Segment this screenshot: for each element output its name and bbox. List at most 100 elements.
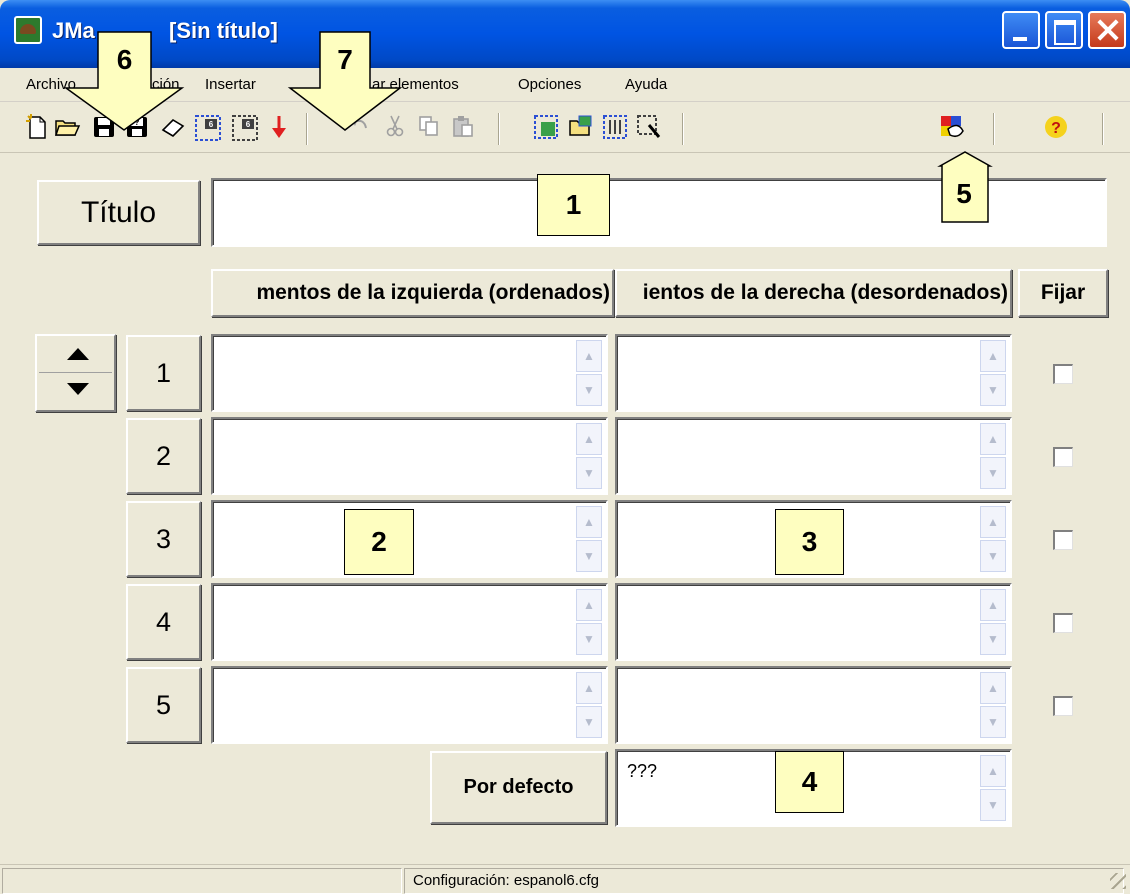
status-config: Configuración: espanol6.cfg [404,868,1124,894]
settings-grid-icon[interactable] [600,113,630,143]
help-icon[interactable]: ? [1041,113,1071,143]
menu-opciones[interactable]: Opciones [518,76,581,93]
right-items-header: ientos de la derecha (desordenados) [615,269,1012,317]
scrollbar[interactable]: ▲ ▼ [980,423,1006,489]
export-arrow-icon[interactable] [264,113,294,143]
fix-checkbox[interactable] [1053,364,1073,384]
arrow-up-icon[interactable] [67,348,89,360]
callout-3: 3 [775,509,844,575]
config-icon[interactable] [531,113,561,143]
scrollbar[interactable]: ▲ ▼ [576,672,602,738]
scroll-up-icon[interactable]: ▲ [576,340,602,372]
default-distractor-text: ??? [627,761,658,781]
svg-text:6: 6 [246,120,251,129]
copy-icon[interactable] [414,113,444,143]
scroll-up-icon[interactable]: ▲ [576,589,602,621]
scroll-up-icon[interactable]: ▲ [980,506,1006,538]
scroll-down-icon[interactable]: ▼ [980,623,1006,655]
tools-icon[interactable] [634,113,664,143]
scroll-up-icon[interactable]: ▲ [576,672,602,704]
scroll-down-icon[interactable]: ▼ [980,789,1006,821]
scrollbar[interactable]: ▲ ▼ [980,755,1006,821]
scroll-down-icon[interactable]: ▼ [576,374,602,406]
toolbar-separator [993,113,995,145]
default-button[interactable]: Por defecto [430,751,607,824]
scrollbar[interactable]: ▲ ▼ [576,340,602,406]
left-items-header-label: mentos de la izquierda (ordenados) [256,281,610,304]
status-bar: Configuración: espanol6.cfg [0,864,1130,894]
scroll-down-icon[interactable]: ▼ [980,374,1006,406]
arrow-down-icon[interactable] [67,383,89,395]
svg-text:?: ? [1051,120,1061,137]
maximize-button[interactable] [1045,11,1083,49]
minimize-button[interactable] [1002,11,1040,49]
row-number-button[interactable]: 1 [126,335,201,411]
scrollbar[interactable]: ▲ ▼ [980,672,1006,738]
left-item-field[interactable]: ▲ ▼ [211,334,608,412]
callout-1: 1 [537,174,610,236]
scroll-down-icon[interactable]: ▼ [576,706,602,738]
fix-checkbox[interactable] [1053,447,1073,467]
menu-ayuda[interactable]: Ayuda [625,76,667,93]
right-items-header-label: ientos de la derecha (desordenados) [642,281,1008,304]
callout-6: 6 [116,44,133,75]
callout-4: 4 [775,751,844,813]
window-title-app: JMa [52,18,95,43]
row-number-button[interactable]: 5 [126,667,201,743]
app-window: JMa [Sin título] Archivo ción Insertar a… [0,0,1130,894]
toolbar-separator [1102,113,1104,145]
open-config-icon[interactable] [566,113,596,143]
toolbar-separator [682,113,684,145]
move-row-buttons[interactable] [35,334,116,412]
divider [39,372,112,373]
fix-checkbox[interactable] [1053,696,1073,716]
scrollbar[interactable]: ▲ ▼ [980,340,1006,406]
scroll-up-icon[interactable]: ▲ [980,423,1006,455]
scrollbar[interactable]: ▲ ▼ [980,589,1006,655]
app-icon[interactable] [14,16,42,44]
right-item-field[interactable]: ▲ ▼ [615,583,1012,661]
open-folder-icon[interactable] [52,113,82,143]
row-number-button[interactable]: 4 [126,584,201,660]
scrollbar[interactable]: ▲ ▼ [980,506,1006,572]
paste-icon[interactable] [448,113,478,143]
resize-grip-icon[interactable] [1110,873,1126,889]
scroll-down-icon[interactable]: ▼ [576,623,602,655]
close-button[interactable] [1088,11,1126,49]
scrollbar[interactable]: ▲ ▼ [576,423,602,489]
scroll-up-icon[interactable]: ▲ [980,672,1006,704]
row-number-button[interactable]: 2 [126,418,201,494]
scroll-up-icon[interactable]: ▲ [980,340,1006,372]
scroll-down-icon[interactable]: ▼ [980,706,1006,738]
left-item-field[interactable]: ▲ ▼ [211,583,608,661]
left-item-field[interactable]: ▲ ▼ [211,666,608,744]
fix-header: Fijar [1018,269,1108,317]
right-item-field[interactable]: ▲ ▼ [615,666,1012,744]
create-dragdrop-v6-icon[interactable]: 6 [230,113,260,143]
scroll-up-icon[interactable]: ▲ [980,755,1006,787]
new-file-icon[interactable] [22,113,52,143]
scroll-down-icon[interactable]: ▼ [980,457,1006,489]
callout-5: 5 [956,178,972,209]
callout-2: 2 [344,509,414,575]
fix-checkbox[interactable] [1053,530,1073,550]
right-item-field[interactable]: ▲ ▼ [615,417,1012,495]
title-button[interactable]: Título [37,180,200,245]
menu-insertar[interactable]: Insertar [205,76,256,93]
left-item-field[interactable]: ▲ ▼ [211,417,608,495]
scroll-up-icon[interactable]: ▲ [576,423,602,455]
scroll-down-icon[interactable]: ▼ [980,540,1006,572]
scroll-down-icon[interactable]: ▼ [576,457,602,489]
scroll-up-icon[interactable]: ▲ [980,589,1006,621]
toolbar-separator [498,113,500,145]
callout-7: 7 [337,44,353,75]
scroll-down-icon[interactable]: ▼ [576,540,602,572]
left-items-header: mentos de la izquierda (ordenados) [211,269,614,317]
scrollbar[interactable]: ▲ ▼ [576,589,602,655]
fix-checkbox[interactable] [1053,613,1073,633]
row-number-button[interactable]: 3 [126,501,201,577]
scroll-up-icon[interactable]: ▲ [576,506,602,538]
colors-icon[interactable] [937,113,967,143]
scrollbar[interactable]: ▲ ▼ [576,506,602,572]
right-item-field[interactable]: ▲ ▼ [615,334,1012,412]
